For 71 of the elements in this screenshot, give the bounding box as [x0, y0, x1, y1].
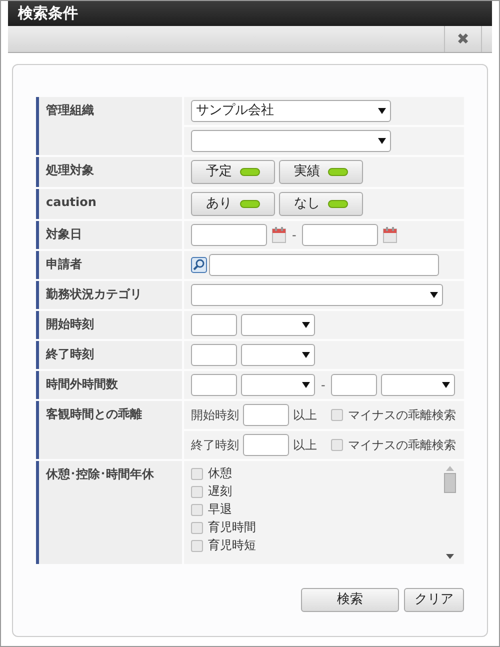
calendar-icon [383, 227, 398, 243]
status-indicator-icon [240, 200, 260, 208]
input-field[interactable] [302, 224, 378, 246]
status-indicator-icon [240, 168, 260, 176]
status-indicator-icon [328, 168, 348, 176]
caret-icon [378, 138, 386, 144]
input-field[interactable] [191, 374, 237, 396]
range-dash: - [320, 377, 326, 394]
scroll-down-icon[interactable] [446, 554, 454, 559]
range-dash: - [291, 227, 298, 244]
checklist-label: 遅刻 [208, 484, 232, 499]
toggle-button[interactable]: なし [279, 192, 363, 216]
checkbox[interactable] [191, 486, 203, 498]
scrollbar-thumb[interactable] [444, 472, 456, 492]
dropdown[interactable] [191, 284, 443, 306]
input-field[interactable] [191, 344, 237, 366]
checkbox[interactable] [331, 409, 343, 421]
toggle-button[interactable]: 実績 [279, 160, 363, 184]
caret-icon [442, 382, 450, 388]
field-caption: 以上 [293, 437, 317, 454]
checkbox[interactable] [191, 522, 203, 534]
field-label: 管理組織 [36, 97, 182, 155]
field-label: 勤務状況カテゴリ [36, 281, 182, 309]
field-label: 時間外時間数 [36, 371, 182, 399]
checkbox-label: マイナスの乖離検索 [348, 437, 456, 454]
checklist-label: 早退 [208, 502, 232, 517]
checklist-label: 育児時間 [208, 520, 256, 535]
field-label: 開始時刻 [36, 311, 182, 339]
field-caption: 以上 [293, 407, 317, 424]
dropdown[interactable] [241, 314, 315, 336]
field-label: 終了時刻 [36, 341, 182, 369]
caret-icon [378, 108, 386, 114]
input-field[interactable] [331, 374, 378, 396]
dropdown[interactable] [191, 130, 391, 152]
dropdown[interactable]: サンプル会社 [191, 100, 391, 122]
dialog-title: 検索条件 [18, 3, 78, 24]
input-field[interactable] [191, 314, 237, 336]
field-caption: 開始時刻 [191, 407, 239, 424]
checklist-label: 休憩 [208, 466, 232, 481]
toggle-button[interactable]: 予定 [191, 160, 275, 184]
caret-icon [302, 322, 310, 328]
input-field[interactable] [209, 254, 439, 276]
field-label: 休憩･控除･時間年休 [36, 461, 182, 564]
input-field[interactable] [243, 404, 289, 426]
dropdown[interactable] [381, 374, 456, 396]
field-label: caution [36, 189, 182, 219]
checklist-label: 育児時短 [208, 538, 256, 553]
calendar-icon [272, 227, 286, 243]
input-field[interactable] [243, 434, 289, 456]
field-label: 対象日 [36, 221, 182, 249]
action-button[interactable]: 検索 [301, 588, 399, 612]
caret-icon [302, 382, 310, 388]
toggle-button[interactable]: あり [191, 192, 275, 216]
close-button[interactable]: ✖ [444, 26, 482, 52]
caret-icon [430, 292, 438, 298]
checkbox[interactable] [191, 540, 203, 552]
input-field[interactable] [191, 224, 267, 246]
field-label: 申請者 [36, 251, 182, 279]
dropdown[interactable] [241, 374, 315, 396]
field-label: 客観時間との乖離 [36, 401, 182, 459]
checkbox-label: マイナスの乖離検索 [348, 407, 456, 424]
action-button[interactable]: クリア [404, 588, 464, 612]
caret-icon [302, 352, 310, 358]
field-caption: 終了時刻 [191, 437, 239, 454]
search-icon[interactable] [191, 257, 207, 273]
field-label: 処理対象 [36, 157, 182, 187]
checkbox[interactable] [191, 504, 203, 516]
status-indicator-icon [328, 200, 348, 208]
dropdown[interactable] [241, 344, 315, 366]
checkbox[interactable] [331, 439, 343, 451]
checkbox[interactable] [191, 468, 203, 480]
